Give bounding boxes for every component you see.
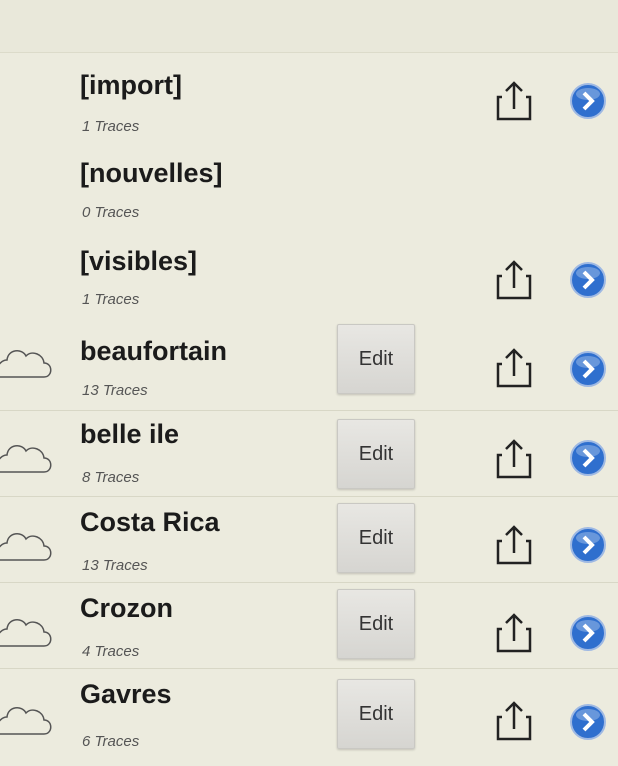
share-icon[interactable] [492, 79, 536, 123]
list-item-title: Costa Rica [80, 507, 220, 537]
cloud-icon[interactable] [0, 441, 56, 475]
chevron-right-circle-icon[interactable] [569, 439, 607, 477]
chevron-right-circle-icon[interactable] [569, 614, 607, 652]
cloud-icon[interactable] [0, 346, 56, 380]
list-item-title: belle ile [80, 419, 180, 449]
list-item-traces: 0 Traces [82, 204, 140, 221]
list-item-title: [import] [80, 70, 182, 100]
edit-button[interactable]: Edit [337, 589, 415, 659]
chevron-right-circle-icon[interactable] [569, 526, 607, 564]
list-item-traces: 1 Traces [82, 118, 140, 135]
list-item-title: [visibles] [80, 246, 198, 276]
cloud-icon[interactable] [0, 703, 56, 737]
edit-button[interactable]: Edit [337, 679, 415, 749]
list-item-traces: 8 Traces [82, 469, 140, 486]
list-item-traces: 13 Traces [82, 382, 148, 399]
list-item-traces: 1 Traces [82, 291, 140, 308]
list-item-title: beaufortain [80, 336, 228, 366]
edit-button[interactable]: Edit [337, 324, 415, 394]
edit-button[interactable]: Edit [337, 503, 415, 573]
list-item[interactable]: [nouvelles] 0 Traces [0, 148, 618, 228]
list-item-title: Crozon [80, 593, 173, 623]
list-item[interactable]: beaufortain 13 Traces Edit [0, 322, 618, 410]
share-icon[interactable] [492, 437, 536, 481]
list-item[interactable]: [import] 1 Traces [0, 60, 618, 140]
share-icon[interactable] [492, 699, 536, 743]
list-item-title: Gavres [80, 679, 172, 709]
list-item[interactable]: Costa Rica 13 Traces Edit [0, 496, 618, 583]
chevron-right-circle-icon[interactable] [569, 261, 607, 299]
chevron-right-circle-icon[interactable] [569, 703, 607, 741]
edit-button[interactable]: Edit [337, 419, 415, 489]
chevron-right-circle-icon[interactable] [569, 350, 607, 388]
cloud-icon[interactable] [0, 529, 56, 563]
list-item[interactable]: belle ile 8 Traces Edit [0, 410, 618, 497]
share-icon[interactable] [492, 611, 536, 655]
share-icon[interactable] [492, 346, 536, 390]
list-item-traces: 13 Traces [82, 557, 148, 574]
list-item-traces: 4 Traces [82, 643, 140, 660]
list-item-title: [nouvelles] [80, 158, 223, 188]
share-icon[interactable] [492, 258, 536, 302]
chevron-right-circle-icon[interactable] [569, 82, 607, 120]
list-item-traces: 6 Traces [82, 733, 140, 750]
share-icon[interactable] [492, 523, 536, 567]
list-item[interactable]: Gavres 6 Traces Edit [0, 668, 618, 766]
top-bar [0, 0, 618, 53]
list-item[interactable]: Crozon 4 Traces Edit [0, 582, 618, 669]
list-item[interactable]: [visibles] 1 Traces [0, 236, 618, 316]
cloud-icon[interactable] [0, 615, 56, 649]
